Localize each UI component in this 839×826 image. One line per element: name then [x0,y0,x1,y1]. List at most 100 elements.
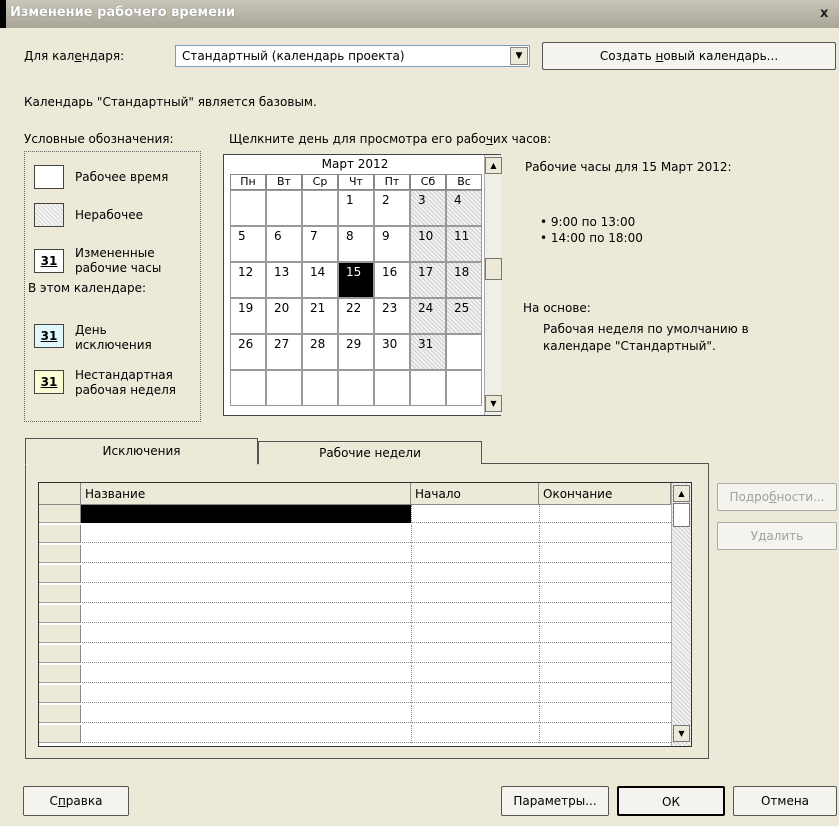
scroll-up-icon[interactable]: ▲ [485,157,502,174]
calendar-day-empty[interactable] [230,370,266,406]
options-button[interactable]: Параметры... [501,786,609,816]
calendar-day[interactable]: 4 [446,190,482,226]
weekday-header: Пн [230,174,266,190]
legend-exception-label: День исключения [75,323,152,352]
calendar-day-empty[interactable] [410,370,446,406]
table-row[interactable] [39,665,671,683]
table-row[interactable] [39,565,671,583]
calendar-day[interactable]: 5 [230,226,266,262]
table-scroll-up-icon[interactable]: ▲ [673,485,690,502]
calendar-day[interactable]: 1 [338,190,374,226]
calendar-day[interactable]: 15 [338,262,374,298]
table-scroll-thumb[interactable] [673,503,690,527]
details-button[interactable]: Подробности... [717,483,837,511]
calendar-day[interactable]: 9 [374,226,410,262]
cancel-button[interactable]: Отмена [733,786,837,816]
calendar-day[interactable]: 20 [266,298,302,334]
calendar-day[interactable]: 18 [446,262,482,298]
calendar-day-empty[interactable] [302,370,338,406]
table-row[interactable] [39,585,671,603]
calendar-day[interactable]: 8 [338,226,374,262]
column-separator [411,605,413,623]
column-separator [411,565,413,583]
dropdown-arrow-icon[interactable]: ▼ [510,47,528,65]
base-calendar-note: Календарь "Стандартный" является базовым… [24,95,317,109]
calendar-day[interactable]: 25 [446,298,482,334]
scroll-thumb[interactable] [485,258,502,280]
legend-nonworking-label: Нерабочее [75,208,143,222]
calendar-day[interactable]: 13 [266,262,302,298]
column-separator [539,525,541,543]
calendar-day[interactable]: 6 [266,226,302,262]
column-separator [411,645,413,663]
table-row[interactable] [39,505,671,523]
help-button[interactable]: Справка [23,786,129,816]
col-header-end[interactable]: Окончание [539,483,671,505]
scroll-down-icon[interactable]: ▼ [485,395,502,412]
calendar-day[interactable]: 24 [410,298,446,334]
table-row[interactable] [39,605,671,623]
calendar-day[interactable]: 23 [374,298,410,334]
table-row[interactable] [39,705,671,723]
column-separator [411,505,413,523]
calendar-select[interactable]: Стандартный (календарь проекта) ▼ [175,45,530,67]
calendar-day-empty[interactable] [338,370,374,406]
working-slot-2: • 14:00 по 18:00 [540,231,643,245]
calendar-day-empty[interactable] [230,190,266,226]
calendar-day-empty[interactable] [446,370,482,406]
legend-exception-swatch: 31 [34,324,64,348]
calendar-scrollbar[interactable]: ▲ ▼ [484,155,502,415]
col-header-name[interactable]: Название [81,483,411,505]
tab-exceptions[interactable]: Исключения [25,438,258,465]
calendar-day[interactable]: 31 [410,334,446,370]
table-scroll-down-icon[interactable]: ▼ [673,725,690,742]
exceptions-table[interactable]: Название Начало Окончание ▲ ▼ [38,482,692,747]
calendar-day[interactable]: 21 [302,298,338,334]
calendar-day[interactable]: 22 [338,298,374,334]
calendar-day-empty[interactable] [266,190,302,226]
calendar-day[interactable]: 2 [374,190,410,226]
create-new-calendar-button[interactable]: Создать новый календарь... [542,42,836,70]
calendar-day-empty[interactable] [266,370,302,406]
calendar-day[interactable]: 30 [374,334,410,370]
calendar-day[interactable]: 3 [410,190,446,226]
calendar-day[interactable]: 14 [302,262,338,298]
table-row[interactable] [39,625,671,643]
calendar-day[interactable]: 12 [230,262,266,298]
col-header-start[interactable]: Начало [411,483,539,505]
column-separator [411,665,413,683]
calendar-day[interactable]: 19 [230,298,266,334]
calendar-day[interactable]: 11 [446,226,482,262]
calendar-day[interactable]: 16 [374,262,410,298]
calendar-day[interactable]: 17 [410,262,446,298]
calendar-day[interactable]: 29 [338,334,374,370]
close-icon[interactable]: x [820,6,828,21]
legend-box: Рабочее время Нерабочее 31 Измененные раб… [24,151,201,422]
calendar-day[interactable]: 28 [302,334,338,370]
working-slot-1: • 9:00 по 13:00 [540,215,636,229]
legend-title: Условные обозначения: [24,132,174,146]
month-calendar[interactable]: Март 2012 Пн Вт Ср Чт Пт Сб Вс 1 2 3 4 5 6 7 8 9 10 11 12 1… [223,154,502,416]
weekday-header: Пт [374,174,410,190]
based-on-line-1: Рабочая неделя по умолчанию в [543,322,749,336]
calendar-day-empty[interactable] [446,334,482,370]
calendar-day[interactable]: 27 [266,334,302,370]
calendar-day[interactable]: 10 [410,226,446,262]
weekday-header: Чт [338,174,374,190]
selected-name-cell[interactable] [81,505,411,523]
table-row[interactable] [39,525,671,543]
calendar-day[interactable]: 26 [230,334,266,370]
table-row[interactable] [39,545,671,563]
table-row[interactable] [39,725,671,743]
table-scrollbar[interactable]: ▲ ▼ [671,483,691,746]
delete-button[interactable]: Удалить [717,522,837,550]
calendar-day-empty[interactable] [302,190,338,226]
table-row[interactable] [39,685,671,703]
calendar-day-empty[interactable] [374,370,410,406]
weekday-header: Вт [266,174,302,190]
calendar-select-value: Стандартный (календарь проекта) [182,49,405,63]
calendar-day[interactable]: 7 [302,226,338,262]
table-row[interactable] [39,645,671,663]
ok-button[interactable]: ОК [617,786,725,816]
tab-work-weeks[interactable]: Рабочие недели [258,441,482,464]
